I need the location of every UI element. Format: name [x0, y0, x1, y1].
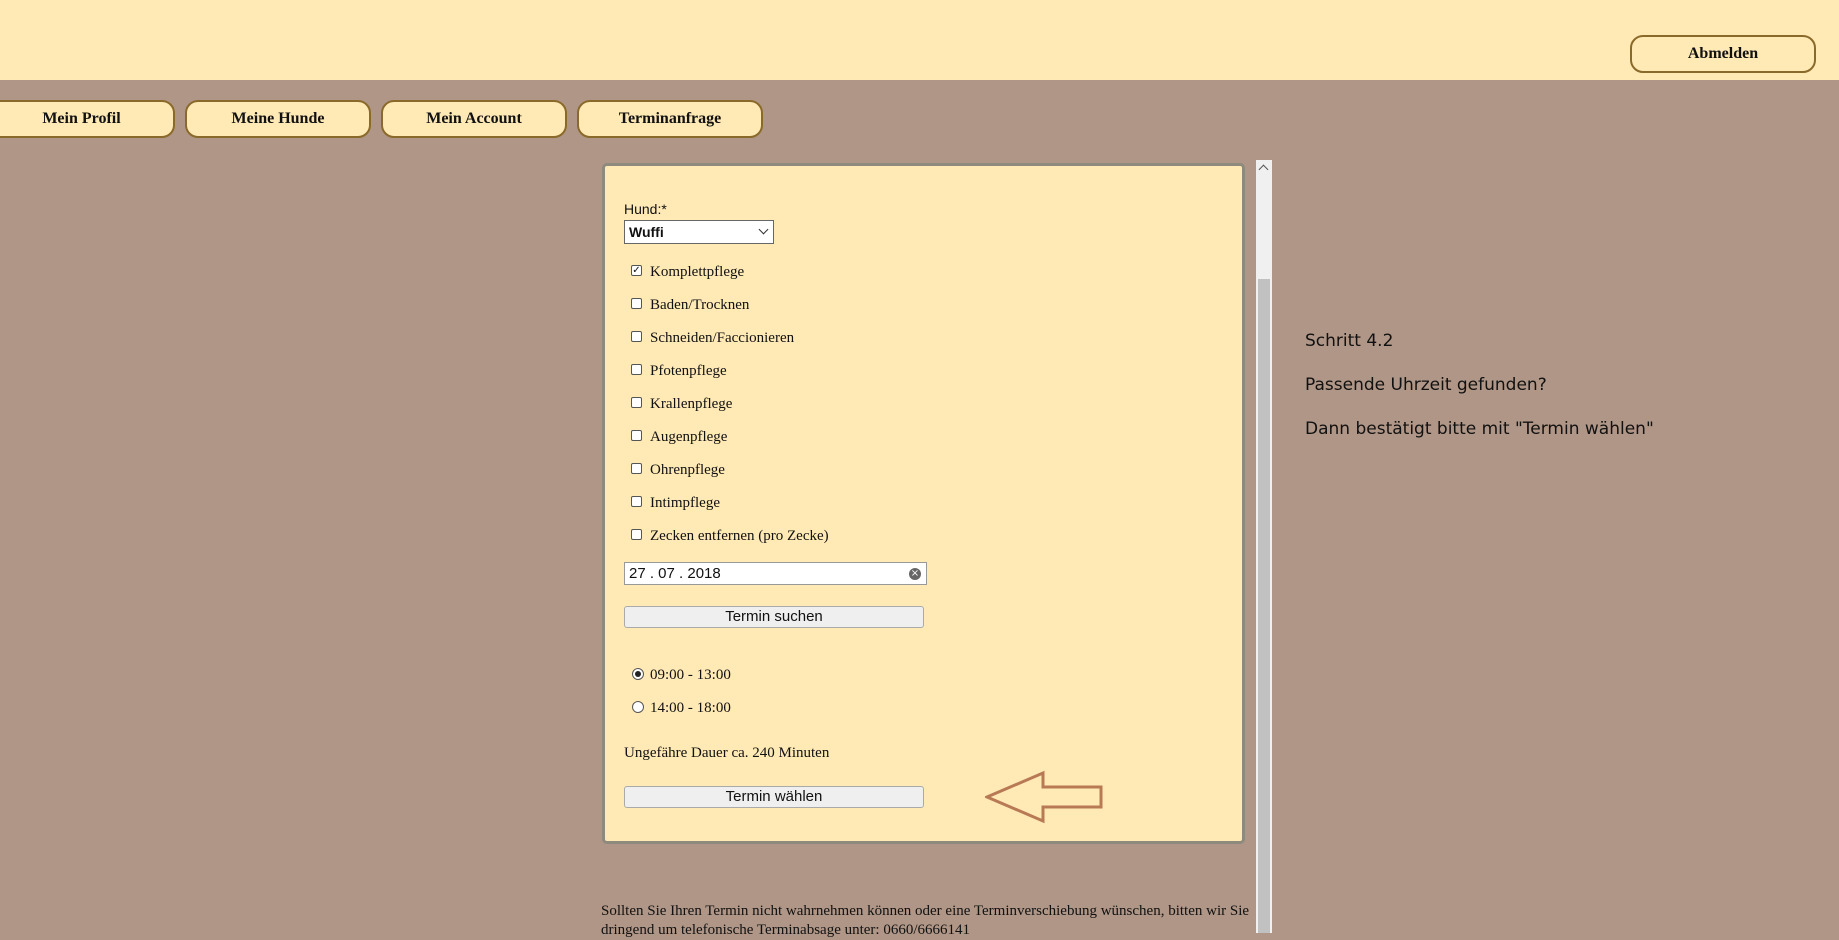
service-label: Schneiden/Faccionieren	[650, 330, 795, 346]
checkbox-icon[interactable]	[631, 496, 642, 508]
checkbox-icon[interactable]	[631, 397, 642, 409]
time-slot-option[interactable]: 14:00 - 18:00	[632, 698, 731, 718]
clear-date-icon[interactable]: ×	[909, 568, 921, 580]
dog-select[interactable]: Wuffi	[624, 220, 774, 244]
service-label: Intimpflege	[650, 495, 720, 511]
service-option[interactable]: Schneiden/Faccionieren	[631, 328, 794, 348]
time-slot-option[interactable]: 09:00 - 13:00	[632, 665, 731, 685]
service-label: Ohrenpflege	[650, 462, 725, 478]
service-label: Zecken entfernen (pro Zecke)	[650, 528, 829, 544]
service-label: Krallenpflege	[650, 396, 733, 412]
dog-label: Hund:*	[624, 201, 667, 217]
time-slot-label: 09:00 - 13:00	[650, 667, 731, 683]
choose-appointment-button[interactable]: Termin wählen	[624, 786, 924, 808]
radio-icon[interactable]	[632, 700, 644, 713]
service-option[interactable]: Zecken entfernen (pro Zecke)	[631, 526, 829, 546]
checkbox-icon[interactable]	[631, 430, 642, 442]
nav-tab-account[interactable]: Mein Account	[381, 100, 567, 138]
checkbox-icon[interactable]	[631, 298, 642, 310]
help-question: Passende Uhrzeit gefunden?	[1305, 375, 1547, 395]
chevron-down-icon	[758, 224, 769, 235]
cancellation-note: Sollten Sie Ihren Termin nicht wahrnehme…	[601, 903, 1250, 938]
service-label: Augenpflege	[650, 429, 728, 445]
service-label: Pfotenpflege	[650, 363, 727, 379]
checkbox-icon[interactable]	[631, 463, 642, 475]
dog-select-value: Wuffi	[629, 224, 664, 240]
nav-tab-dogs[interactable]: Meine Hunde	[185, 100, 371, 138]
checkbox-icon[interactable]	[631, 364, 642, 376]
time-slot-label: 14:00 - 18:00	[650, 700, 731, 716]
date-value: 27 . 07 . 2018	[629, 565, 721, 582]
service-option[interactable]: Intimpflege	[631, 493, 720, 513]
logout-button[interactable]: Abmelden	[1630, 35, 1816, 73]
service-option[interactable]: Ohrenpflege	[631, 460, 725, 480]
left-arrow-icon	[985, 770, 1103, 824]
checkbox-checked-icon[interactable]: ✓	[631, 265, 642, 277]
search-appointment-button[interactable]: Termin suchen	[624, 606, 924, 628]
scrollbar-thumb[interactable]	[1258, 279, 1270, 933]
nav-tab-appointment-request[interactable]: Terminanfrage	[577, 100, 763, 138]
nav-tab-profile[interactable]: Mein Profil	[0, 100, 175, 138]
service-option[interactable]: Pfotenpflege	[631, 361, 727, 381]
service-option[interactable]: Augenpflege	[631, 427, 727, 447]
service-label: Komplettpflege	[650, 264, 745, 280]
service-label: Baden/Trocknen	[650, 297, 750, 313]
radio-selected-icon[interactable]	[632, 667, 644, 680]
service-option[interactable]: ✓ Komplettpflege	[631, 262, 744, 282]
checkbox-icon[interactable]	[631, 331, 642, 343]
scrollbar[interactable]	[1256, 160, 1272, 933]
top-header-bar	[0, 0, 1839, 80]
checkbox-icon[interactable]	[631, 529, 642, 541]
service-option[interactable]: Krallenpflege	[631, 394, 732, 414]
service-option[interactable]: Baden/Trocknen	[631, 295, 749, 315]
date-input[interactable]: 27 . 07 . 2018 ×	[624, 562, 927, 585]
duration-text: Ungefähre Dauer ca. 240 Minuten	[624, 745, 830, 761]
help-step: Schritt 4.2	[1305, 331, 1394, 351]
scroll-up-icon[interactable]	[1258, 164, 1269, 175]
help-instruction: Dann bestätigt bitte mit "Termin wählen"	[1305, 419, 1654, 439]
